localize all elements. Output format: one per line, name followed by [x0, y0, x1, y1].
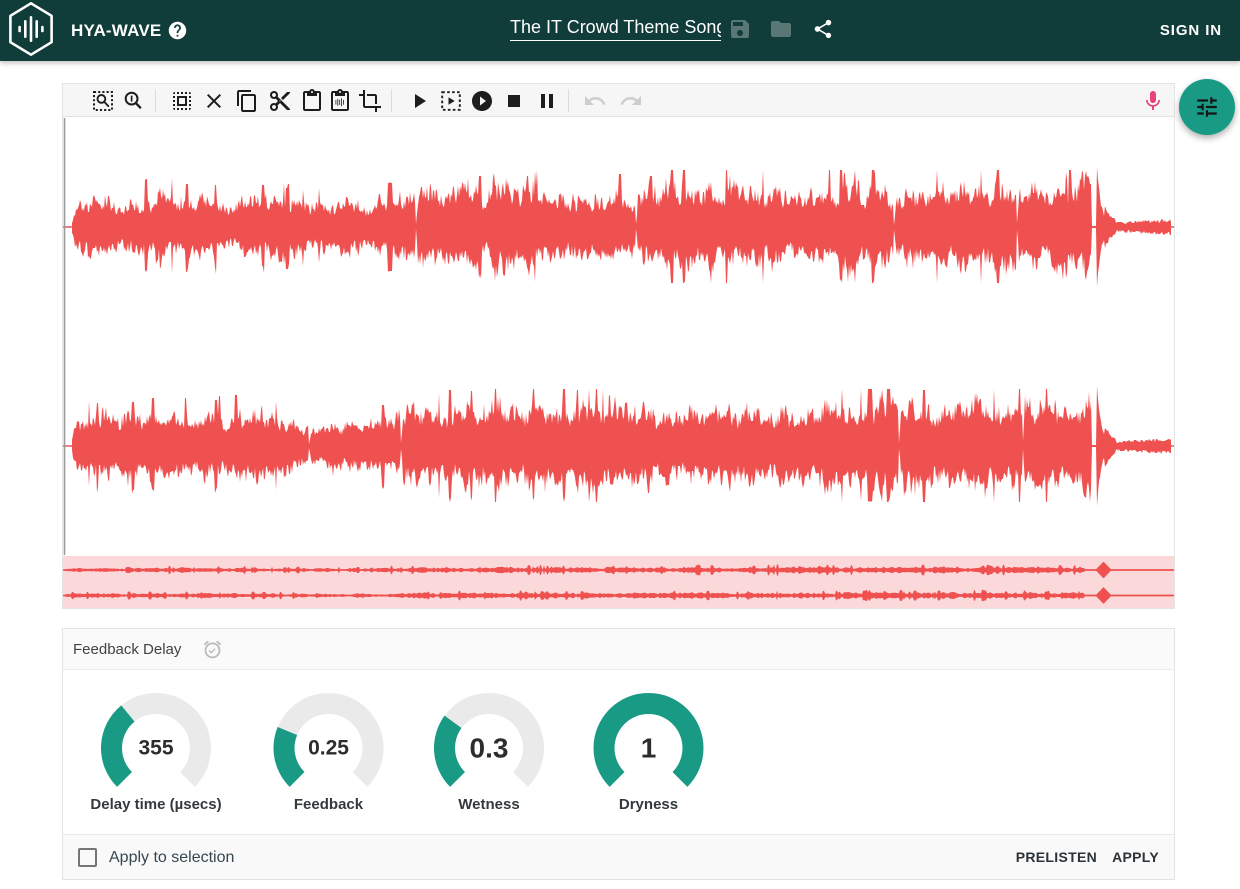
svg-text:0.25: 0.25: [308, 737, 349, 760]
svg-text:1: 1: [641, 733, 657, 764]
svg-text:0.3: 0.3: [470, 733, 509, 764]
svg-text:355: 355: [138, 737, 173, 760]
